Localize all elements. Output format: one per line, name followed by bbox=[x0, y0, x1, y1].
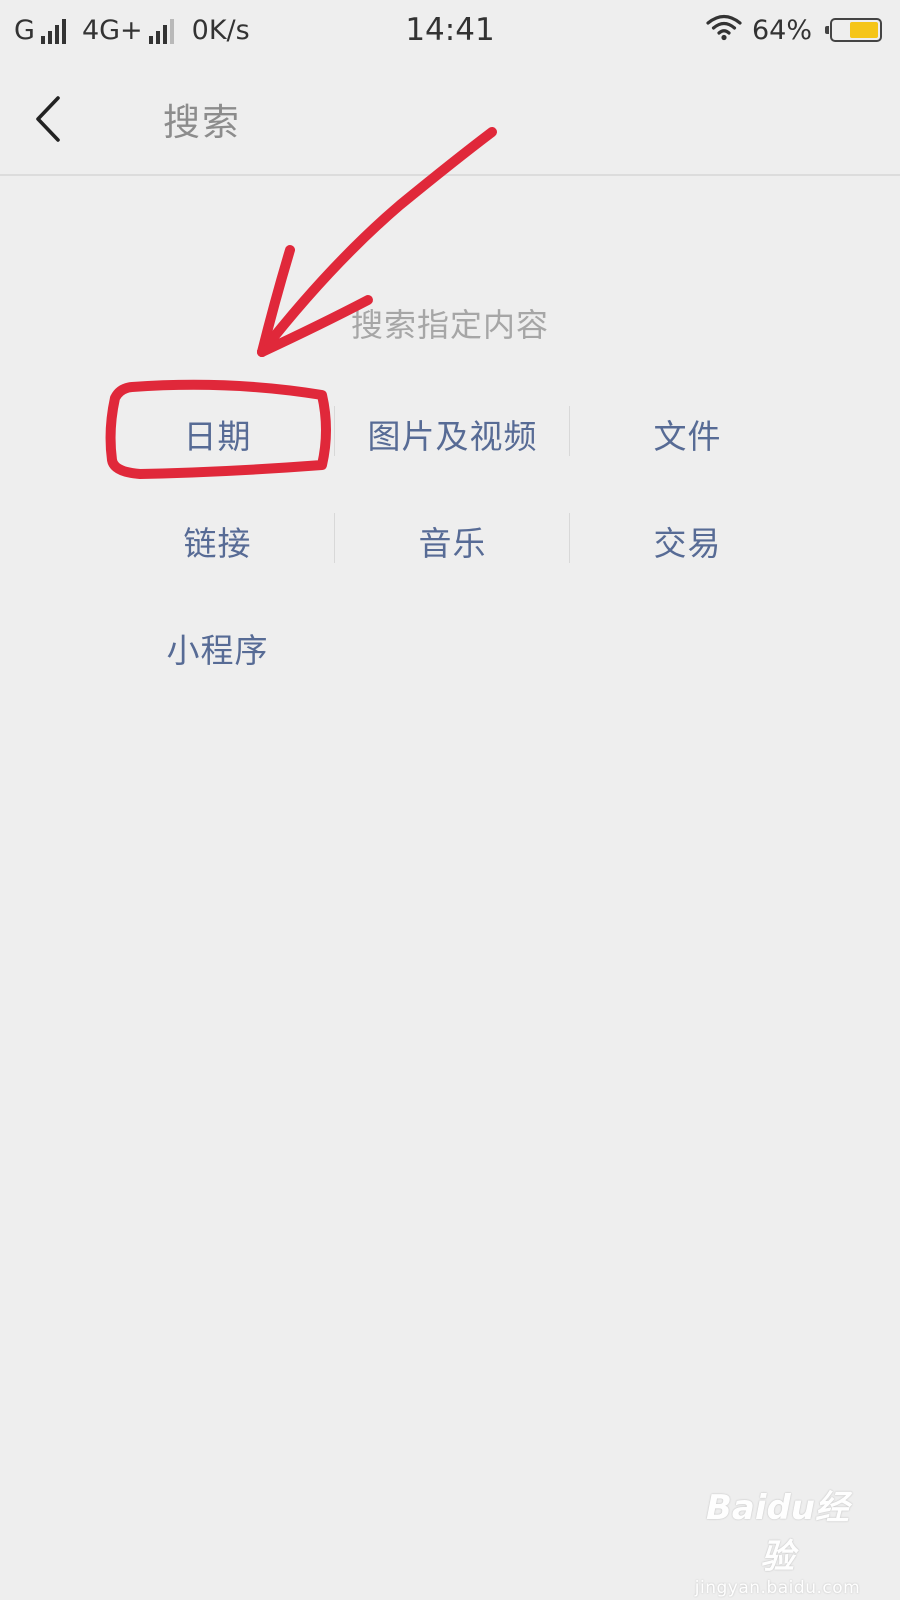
category-label: 音乐 bbox=[418, 523, 487, 563]
category-label: 交易 bbox=[653, 523, 722, 563]
category-mini-programs-button[interactable]: 小程序 bbox=[100, 594, 335, 701]
search-category-heading: 搜索指定内容 bbox=[350, 306, 549, 344]
category-label: 文件 bbox=[653, 416, 722, 456]
category-files-button[interactable]: 文件 bbox=[570, 380, 805, 487]
status-right: 64% bbox=[706, 12, 882, 48]
category-label: 日期 bbox=[183, 416, 252, 456]
category-transactions-button[interactable]: 交易 bbox=[570, 487, 805, 594]
status-bar: G 4G+ 0K/s 14:41 64% bbox=[0, 0, 900, 62]
category-date-button[interactable]: 日期 bbox=[100, 380, 335, 487]
baidu-jingyan-watermark: Baidu经验 jingyan.baidu.com bbox=[690, 1480, 865, 1598]
watermark-url: jingyan.baidu.com bbox=[694, 1578, 861, 1598]
navigation-bar: 搜索 bbox=[0, 62, 900, 176]
battery-level-fill bbox=[850, 22, 878, 38]
category-row: 链接 音乐 交易 bbox=[100, 487, 805, 594]
category-music-button[interactable]: 音乐 bbox=[335, 487, 570, 594]
annotation-overlay bbox=[105, 127, 497, 479]
category-label: 小程序 bbox=[166, 630, 269, 670]
category-label: 图片及视频 bbox=[367, 416, 538, 456]
back-button[interactable] bbox=[20, 84, 80, 154]
battery-icon bbox=[825, 18, 882, 42]
search-category-grid: 日期 图片及视频 文件 链接 音乐 交易 小程序 bbox=[100, 380, 805, 701]
category-row: 日期 图片及视频 文件 bbox=[100, 380, 805, 487]
category-links-button[interactable]: 链接 bbox=[100, 487, 335, 594]
category-row: 小程序 bbox=[100, 594, 805, 701]
wifi-icon bbox=[706, 13, 742, 48]
category-label: 链接 bbox=[183, 523, 252, 563]
watermark-brand: Baidu经验 bbox=[705, 1488, 850, 1577]
category-images-videos-button[interactable]: 图片及视频 bbox=[335, 380, 570, 487]
battery-percent: 64% bbox=[751, 14, 812, 46]
chevron-left-icon bbox=[20, 96, 80, 158]
page-title: 搜索 bbox=[163, 101, 241, 144]
